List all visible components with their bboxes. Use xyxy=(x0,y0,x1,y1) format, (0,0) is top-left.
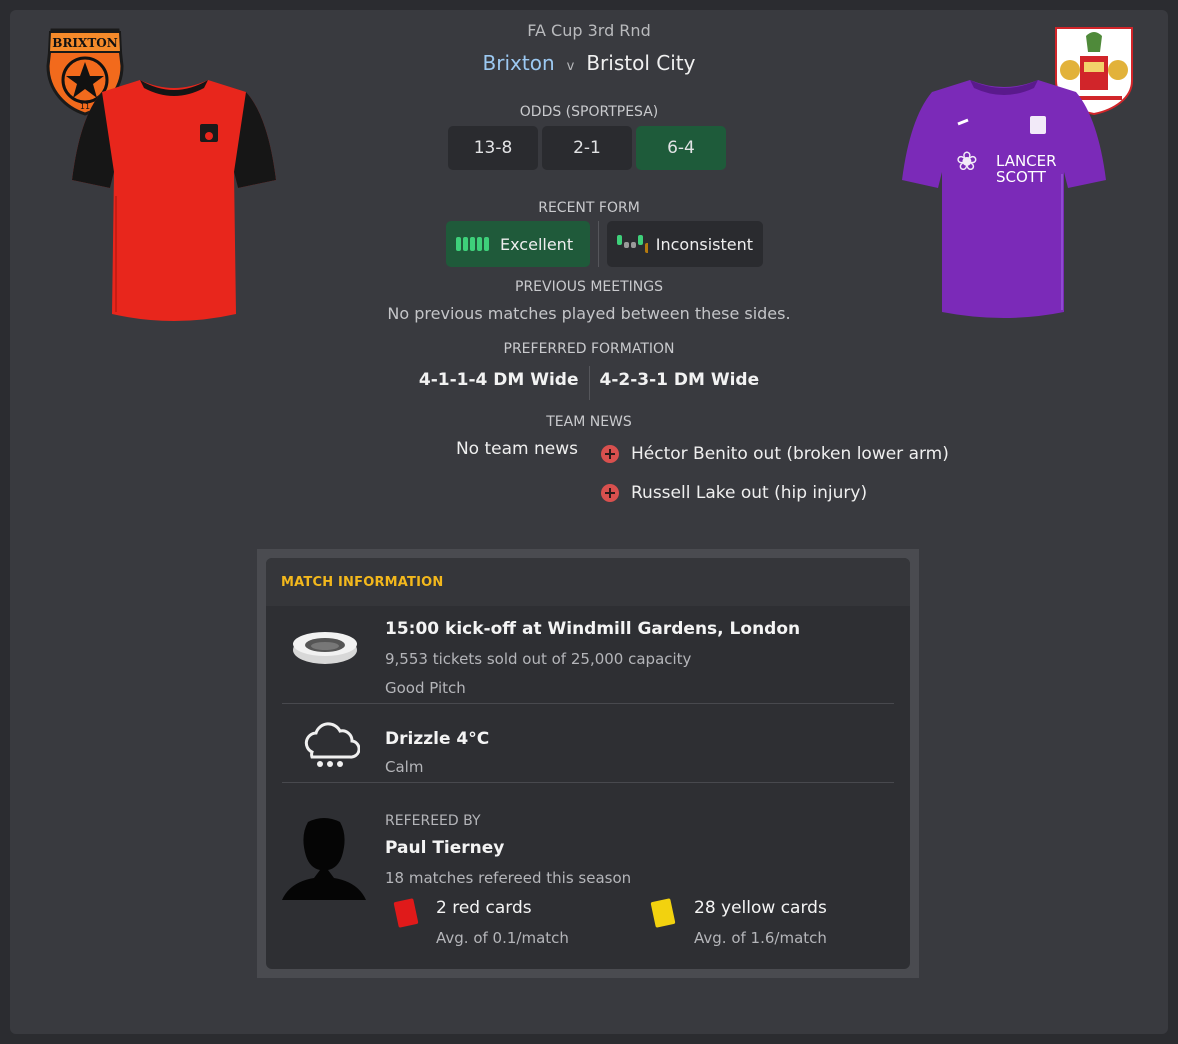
away-win-odds[interactable]: 6-4 xyxy=(636,126,726,170)
kickoff-venue[interactable]: 15:00 kick-off at Windmill Gardens, Lond… xyxy=(385,619,800,639)
referee-silhouette[interactable] xyxy=(282,816,366,904)
red-card-count: 2 red cards xyxy=(436,898,532,918)
previous-meetings-label: PREVIOUS MEETINGS xyxy=(515,279,663,295)
team-news-label: TEAM NEWS xyxy=(546,414,632,430)
recent-form-row: Excellent Inconsistent xyxy=(446,221,763,267)
home-team-news: No team news xyxy=(455,439,578,459)
draw-odds[interactable]: 2-1 xyxy=(542,126,632,170)
injury-row[interactable]: Russell Lake out (hip injury) xyxy=(601,483,867,503)
form-divider xyxy=(598,221,599,267)
away-formation: 4-2-3-1 DM Wide xyxy=(599,370,760,390)
away-team-link[interactable]: Bristol City xyxy=(586,51,695,75)
form-bars-icon xyxy=(456,237,489,251)
referee-matches: 18 matches refereed this season xyxy=(385,869,632,887)
away-form-badge[interactable]: Inconsistent xyxy=(607,221,763,267)
home-win-odds[interactable]: 13-8 xyxy=(448,126,538,170)
home-form-badge[interactable]: Excellent xyxy=(446,221,590,267)
section-divider xyxy=(282,703,894,704)
svg-text:❀: ❀ xyxy=(956,147,978,177)
match-information-header: MATCH INFORMATION xyxy=(266,558,910,606)
weather-summary: Drizzle 4°C xyxy=(385,729,490,749)
red-card-icon xyxy=(393,897,419,933)
fixture-teams: Brixton v Bristol City xyxy=(0,51,1178,75)
preferred-formation-label: PREFERRED FORMATION xyxy=(503,341,675,357)
odds-row: 13-8 2-1 6-4 xyxy=(448,126,726,170)
match-information-frame: MATCH INFORMATION 15:00 kick-off at Wind… xyxy=(257,549,919,978)
injury-text: Héctor Benito out (broken lower arm) xyxy=(631,444,949,464)
yellow-card-icon xyxy=(650,897,676,933)
svg-text:SCOTT: SCOTT xyxy=(996,168,1047,186)
drizzle-weather-icon xyxy=(300,722,361,774)
yellow-card-count: 28 yellow cards xyxy=(694,898,827,918)
home-formation: 4-1-1-4 DM Wide xyxy=(418,370,579,390)
yellow-card-average: Avg. of 1.6/match xyxy=(694,929,827,947)
form-bars-icon xyxy=(617,235,648,253)
tickets-sold: 9,553 tickets sold out of 25,000 capacit… xyxy=(385,650,692,668)
home-team-link[interactable]: Brixton xyxy=(483,51,555,75)
injury-cross-icon xyxy=(601,484,619,502)
previous-meetings-text: No previous matches played between these… xyxy=(387,304,791,323)
home-form-text: Excellent xyxy=(500,234,574,254)
refereed-by-label: REFEREED BY xyxy=(385,813,481,829)
formations-row: 4-1-1-4 DM Wide 4-2-3-1 DM Wide xyxy=(0,366,1178,400)
wind-condition: Calm xyxy=(385,758,424,776)
match-information-card: MATCH INFORMATION 15:00 kick-off at Wind… xyxy=(266,558,910,969)
injury-row[interactable]: Héctor Benito out (broken lower arm) xyxy=(601,444,949,464)
competition-label: FA Cup 3rd Rnd xyxy=(527,21,651,40)
stadium-icon xyxy=(292,628,358,672)
referee-name[interactable]: Paul Tierney xyxy=(385,838,504,858)
pitch-condition: Good Pitch xyxy=(385,679,466,697)
red-card-average: Avg. of 0.1/match xyxy=(436,929,569,947)
injury-text: Russell Lake out (hip injury) xyxy=(631,483,868,503)
versus-label: v xyxy=(566,59,575,74)
section-divider xyxy=(282,782,894,783)
away-form-text: Inconsistent xyxy=(655,234,753,254)
odds-label: ODDS (SPORTPESA) xyxy=(519,104,659,120)
injury-cross-icon xyxy=(601,445,619,463)
recent-form-label: RECENT FORM xyxy=(538,200,640,216)
